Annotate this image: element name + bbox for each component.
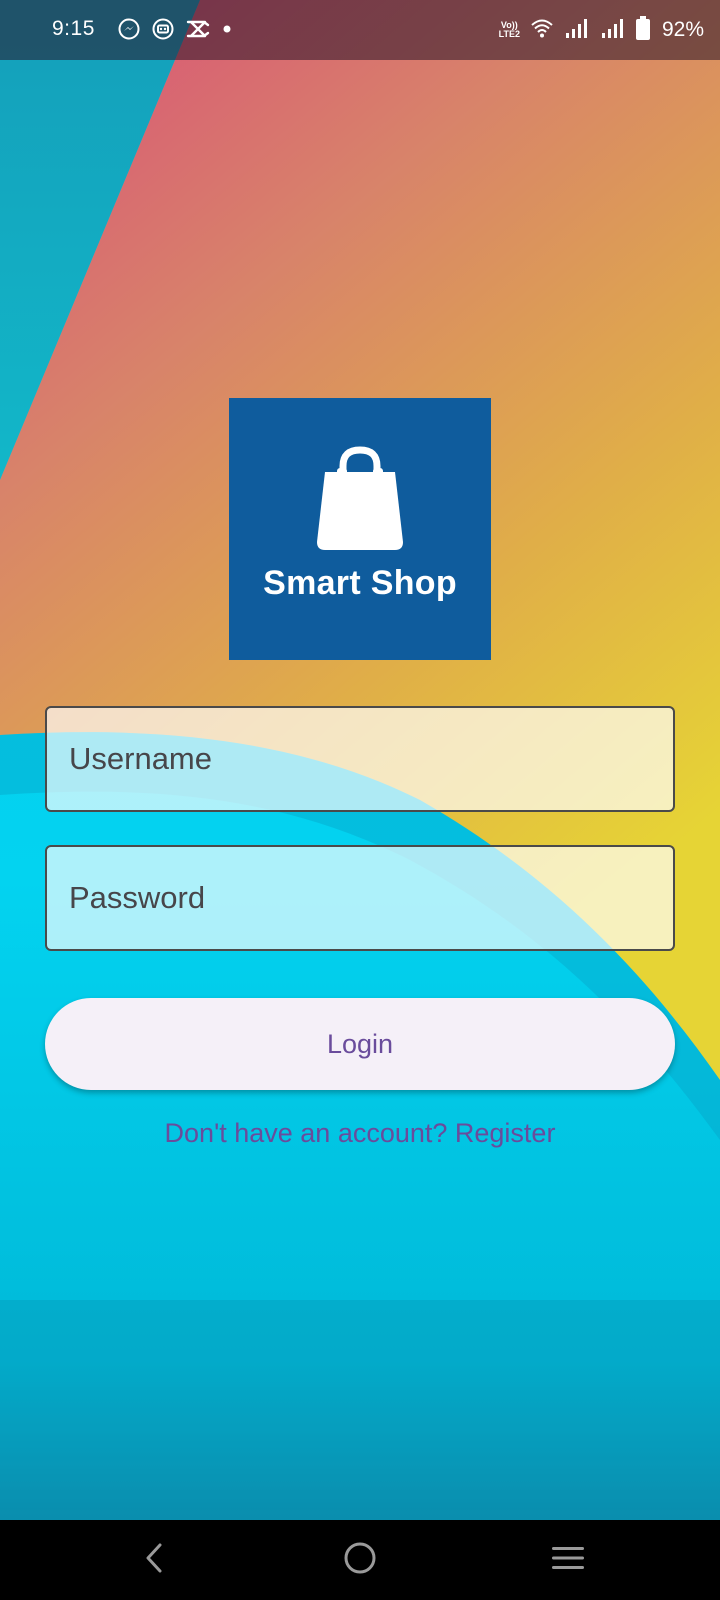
app-notification-icon: [152, 18, 174, 45]
login-screen: 9:15 Vo)) LTE2 92% Smart Shop Username L…: [0, 0, 720, 1600]
login-button[interactable]: Login: [45, 998, 675, 1090]
username-field[interactable]: [45, 706, 675, 812]
password-input[interactable]: [47, 847, 673, 949]
login-form-area: Smart Shop Login Don't have an account? …: [0, 0, 720, 1600]
home-button[interactable]: [338, 1538, 382, 1582]
navigation-bar: [0, 1520, 720, 1600]
app-logo: Smart Shop: [229, 398, 491, 660]
battery-icon: [635, 15, 650, 45]
messenger-icon: [118, 18, 140, 45]
signal-icon: [600, 17, 626, 44]
notification-icons: [118, 18, 232, 44]
home-icon: [343, 1541, 377, 1580]
status-time: 9:15: [52, 17, 95, 40]
status-bar: 9:15 Vo)) LTE2 92%: [0, 0, 720, 60]
back-button[interactable]: [132, 1538, 176, 1582]
system-status-icons: Vo)) LTE2 92%: [499, 15, 704, 45]
register-link[interactable]: Don't have an account? Register: [0, 1118, 720, 1149]
wifi-icon: [530, 17, 554, 44]
shopping-bag-icon: [315, 444, 405, 557]
recents-icon: [551, 1544, 585, 1577]
signal-icon: [564, 17, 590, 44]
back-icon: [142, 1542, 166, 1579]
volte-icon: Vo)) LTE2: [499, 21, 520, 39]
username-input[interactable]: [47, 708, 673, 810]
dot-icon: [222, 18, 232, 45]
volte-bottom-label: LTE2: [498, 29, 520, 39]
logo-text: Smart Shop: [263, 564, 457, 602]
recents-button[interactable]: [546, 1538, 590, 1582]
password-field[interactable]: [45, 845, 675, 951]
capcut-icon: [186, 18, 210, 45]
battery-percent: 92%: [661, 18, 704, 41]
